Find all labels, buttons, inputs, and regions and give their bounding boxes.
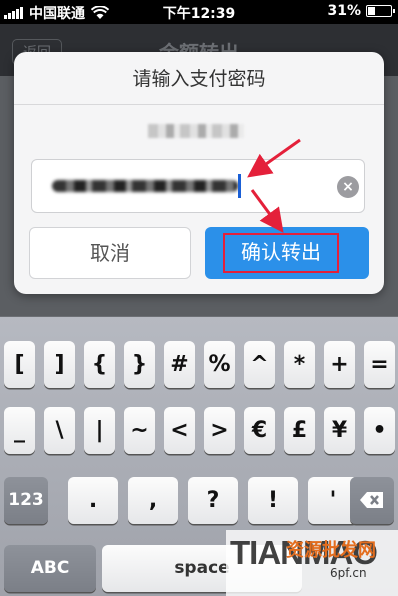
key-symbol[interactable]: ,: [128, 477, 178, 524]
status-right: 31%: [327, 3, 395, 19]
key-symbol[interactable]: ¥: [324, 407, 355, 454]
key-symbol[interactable]: =: [364, 341, 395, 388]
key-symbol[interactable]: £: [284, 407, 315, 454]
text-caret: [238, 174, 241, 198]
key-symbol[interactable]: €: [244, 407, 275, 454]
key-symbol[interactable]: .: [68, 477, 118, 524]
key-symbol[interactable]: #: [164, 341, 195, 388]
key-abc-mode[interactable]: ABC: [4, 545, 96, 592]
status-bar: 中国联通 下午12:39 31%: [0, 0, 398, 24]
key-symbol[interactable]: ^: [244, 341, 275, 388]
key-symbol[interactable]: ~: [124, 407, 155, 454]
password-input[interactable]: ×: [31, 159, 365, 213]
battery-percent: 31%: [327, 3, 361, 19]
key-symbol[interactable]: <: [164, 407, 195, 454]
key-symbol[interactable]: *: [284, 341, 315, 388]
key-symbol[interactable]: |: [84, 407, 115, 454]
confirm-transfer-button[interactable]: 确认转出: [205, 227, 369, 279]
watermark-url: 6pf.cn: [330, 566, 367, 580]
key-symbol[interactable]: {: [84, 341, 115, 388]
key-symbol[interactable]: _: [4, 407, 35, 454]
battery-fill: [368, 7, 375, 15]
battery-icon: [366, 5, 395, 17]
blurred-amount: [148, 124, 244, 138]
key-symbol[interactable]: !: [248, 477, 298, 524]
payment-password-dialog: 请输入支付密码 × 取消 确认转出: [14, 52, 384, 294]
clear-icon[interactable]: ×: [337, 176, 359, 198]
key-symbol[interactable]: ]: [44, 341, 75, 388]
watermark-chinese: 资源批发网: [286, 540, 376, 561]
key-symbol[interactable]: +: [324, 341, 355, 388]
delete-key[interactable]: [350, 477, 394, 524]
masked-password: [52, 180, 238, 192]
dialog-title: 请输入支付密码: [132, 68, 266, 90]
key-symbol[interactable]: }: [124, 341, 155, 388]
key-symbol[interactable]: \: [44, 407, 75, 454]
cancel-button[interactable]: 取消: [29, 227, 191, 279]
key-symbol[interactable]: [: [4, 341, 35, 388]
watermark: TIANMAO 资源批发网 6pf.cn: [226, 530, 398, 596]
key-symbol[interactable]: %: [204, 341, 235, 388]
key-123-mode[interactable]: 123: [4, 477, 48, 524]
dialog-divider: [14, 104, 384, 105]
confirm-transfer-label: 确认转出: [223, 233, 339, 273]
backspace-icon: [360, 492, 383, 508]
key-symbol[interactable]: •: [364, 407, 395, 454]
key-symbol[interactable]: ?: [188, 477, 238, 524]
key-symbol[interactable]: >: [204, 407, 235, 454]
